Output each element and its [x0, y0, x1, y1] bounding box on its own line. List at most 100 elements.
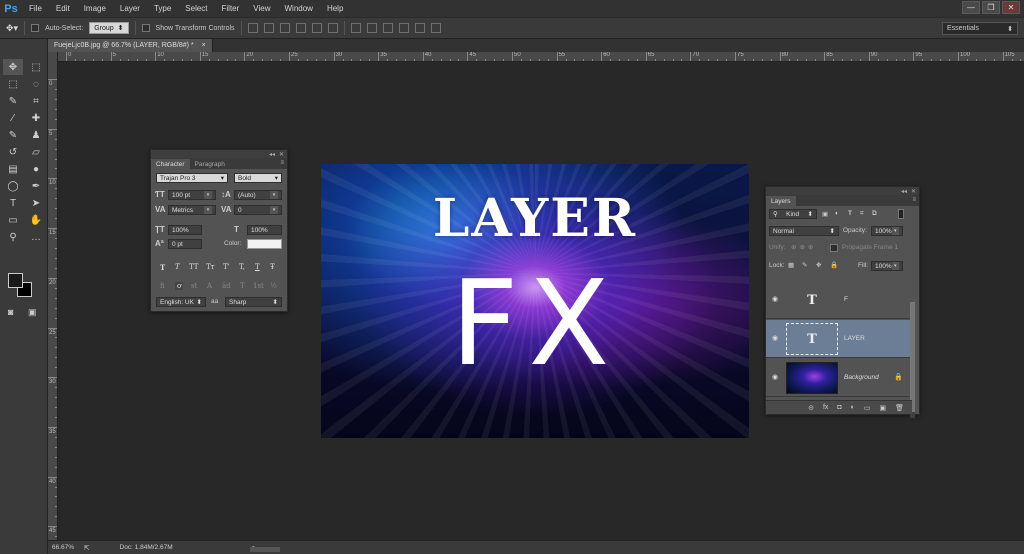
- adjustment-layer-icon[interactable]: ◐: [851, 404, 855, 411]
- filter-type-icon[interactable]: T: [848, 210, 852, 217]
- font-style-dropdown[interactable]: Bold ▾: [234, 173, 282, 183]
- underline-button[interactable]: T: [255, 263, 260, 271]
- move-tool-preset-icon[interactable]: ✥▾: [6, 23, 18, 34]
- horizontal-scale-field[interactable]: 100%: [247, 225, 282, 235]
- stylistic-alternates-button[interactable]: st: [191, 282, 197, 290]
- kerning-field[interactable]: Metrics ▾: [168, 205, 216, 215]
- subscript-button[interactable]: T,: [239, 263, 245, 271]
- close-icon[interactable]: ×: [202, 42, 206, 49]
- tab-layers[interactable]: Layers: [766, 196, 796, 206]
- horizontal-scrollbar-thumb[interactable]: [250, 547, 280, 552]
- close-icon[interactable]: ✕: [279, 151, 284, 158]
- brush-tool-icon[interactable]: ✎: [3, 127, 23, 143]
- font-family-dropdown[interactable]: Trajan Pro 3 ▾: [156, 173, 228, 183]
- filter-toggle-icon[interactable]: [898, 209, 904, 219]
- menu-help[interactable]: Help: [320, 4, 350, 13]
- show-transform-checkbox[interactable]: [141, 24, 150, 32]
- antialias-dropdown[interactable]: Sharp ⬍: [225, 297, 282, 307]
- rectangle-tool-icon[interactable]: ▭: [3, 212, 23, 228]
- trash-icon[interactable]: 🗑: [895, 404, 904, 412]
- tab-character[interactable]: Character: [151, 159, 190, 169]
- language-dropdown[interactable]: English: UK ⬍: [156, 297, 206, 307]
- auto-select-dropdown[interactable]: Group ⬍: [89, 22, 129, 34]
- stamp-tool-icon[interactable]: ♟: [26, 127, 46, 143]
- fill-field[interactable]: 100% ▾: [871, 261, 903, 271]
- unify-icons[interactable]: ⊕⊕⊕: [791, 243, 816, 251]
- close-button[interactable]: ✕: [1002, 1, 1020, 14]
- opacity-field[interactable]: 100% ▾: [871, 226, 903, 236]
- menu-edit[interactable]: Edit: [49, 4, 77, 13]
- lasso-tool-icon[interactable]: ◌: [26, 76, 46, 92]
- distribute-vcenter-icon[interactable]: [366, 23, 377, 33]
- dodge-tool-icon[interactable]: ◯: [3, 178, 23, 194]
- scrollbar-thumb[interactable]: [910, 302, 915, 412]
- ordinals-button[interactable]: T: [240, 282, 245, 290]
- swash-button[interactable]: A: [207, 282, 212, 290]
- panel-menu-icon[interactable]: ≡: [280, 160, 284, 166]
- filter-adjustment-icon[interactable]: ◐: [835, 210, 839, 217]
- tab-paragraph[interactable]: Paragraph: [190, 159, 230, 169]
- add-mask-icon[interactable]: ◘: [837, 404, 841, 411]
- propagate-frame-checkbox[interactable]: [830, 244, 838, 252]
- discretionary-ligature-button[interactable]: ơ: [175, 282, 184, 290]
- filter-pixel-icon[interactable]: ▣: [822, 210, 828, 218]
- vertical-scale-field[interactable]: 100%: [168, 225, 202, 235]
- color-swatch[interactable]: [247, 239, 282, 249]
- export-icon[interactable]: ⇱: [84, 544, 89, 552]
- faux-italic-button[interactable]: T: [175, 263, 180, 271]
- visibility-eye-icon[interactable]: ◉: [772, 295, 778, 303]
- crop-tool-icon[interactable]: ⌗: [26, 93, 46, 109]
- lock-transparent-icon[interactable]: ▦: [788, 261, 794, 269]
- layer-filter-kind-dropdown[interactable]: ⚲ Kind ⬍: [769, 209, 817, 219]
- eraser-tool-icon[interactable]: ▱: [26, 144, 46, 160]
- menu-select[interactable]: Select: [178, 4, 214, 13]
- healing-tool-icon[interactable]: ✚: [26, 110, 46, 126]
- distribute-left-icon[interactable]: [398, 23, 409, 33]
- panel-grip[interactable]: ◂◂ ✕: [766, 187, 919, 195]
- lock-position-icon[interactable]: ✥: [816, 261, 821, 269]
- font-size-field[interactable]: 100 pt ▾: [168, 190, 216, 200]
- tracking-field[interactable]: 0 ▾: [234, 205, 282, 215]
- restore-button[interactable]: ❐: [982, 1, 1000, 14]
- new-group-icon[interactable]: ▭: [864, 404, 871, 412]
- move-tool-icon[interactable]: ✥: [3, 59, 23, 75]
- close-icon[interactable]: ✕: [911, 188, 916, 195]
- leading-field[interactable]: (Auto) ▾: [234, 190, 282, 200]
- zoom-level[interactable]: 66.67%: [52, 544, 74, 551]
- layer-row[interactable]: ◉ T F: [766, 281, 912, 319]
- more-tools-icon[interactable]: …: [26, 229, 46, 245]
- marquee-tool-icon[interactable]: ⬚: [3, 76, 23, 92]
- blend-mode-dropdown[interactable]: Normal ⬍: [769, 226, 839, 236]
- layer-row[interactable]: ◉ Background 🔒: [766, 359, 912, 397]
- layer-name[interactable]: F: [844, 296, 848, 303]
- distribute-right-icon[interactable]: [430, 23, 441, 33]
- quick-mask-icon[interactable]: ◙: [8, 307, 13, 317]
- menu-view[interactable]: View: [246, 4, 277, 13]
- lock-icon[interactable]: 🔒: [894, 373, 903, 381]
- workspace-dropdown[interactable]: Essentials ⬍: [942, 22, 1018, 35]
- path-select-tool-icon[interactable]: ➤: [26, 195, 46, 211]
- superscript-button[interactable]: T': [223, 263, 230, 271]
- foreground-color-swatch[interactable]: [8, 273, 23, 288]
- faux-bold-button[interactable]: T: [160, 263, 165, 272]
- pen-tool-icon[interactable]: ✒: [26, 178, 46, 194]
- layer-name[interactable]: Background: [844, 374, 879, 381]
- panel-menu-icon[interactable]: ≡: [912, 197, 916, 203]
- menu-filter[interactable]: Filter: [215, 4, 247, 13]
- visibility-eye-icon[interactable]: ◉: [772, 373, 778, 381]
- align-left-icon[interactable]: [295, 23, 306, 33]
- align-vcenter-icon[interactable]: [263, 23, 274, 33]
- align-bottom-icon[interactable]: [279, 23, 290, 33]
- layer-row-selected[interactable]: ◉ T LAYER: [766, 320, 912, 358]
- titling-alternates-button[interactable]: ād: [222, 282, 231, 290]
- quick-select-tool-icon[interactable]: ✎: [3, 93, 23, 109]
- menu-layer[interactable]: Layer: [113, 4, 147, 13]
- distribute-bottom-icon[interactable]: [382, 23, 393, 33]
- menu-window[interactable]: Window: [278, 4, 320, 13]
- lock-all-icon[interactable]: 🔒: [830, 261, 838, 269]
- strikethrough-button[interactable]: Ŧ: [270, 263, 275, 271]
- all-caps-button[interactable]: TT: [189, 263, 198, 271]
- baseline-shift-field[interactable]: 0 pt: [168, 239, 202, 249]
- lock-image-icon[interactable]: ✎: [802, 261, 807, 269]
- align-hcenter-icon[interactable]: [311, 23, 322, 33]
